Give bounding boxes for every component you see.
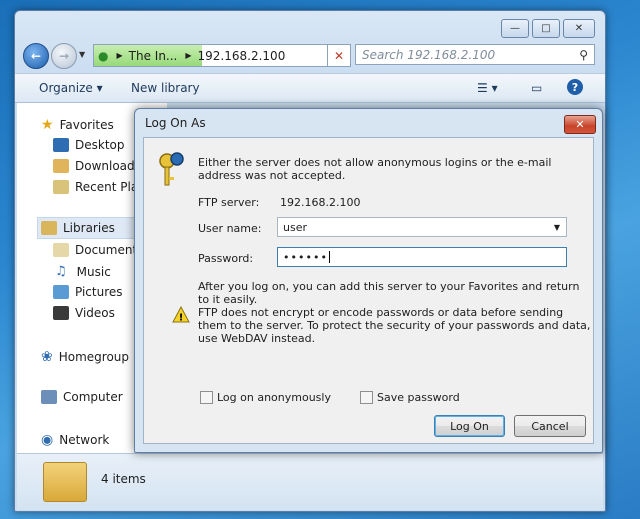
- music-icon: ♫: [55, 264, 67, 279]
- warning-icon: !: [172, 305, 190, 324]
- nav-downloads[interactable]: Downloads: [53, 159, 141, 173]
- back-button[interactable]: ←: [23, 43, 49, 69]
- desktop-icon: [53, 138, 69, 152]
- details-pane: 4 items: [17, 453, 603, 510]
- password-label: Password:: [198, 252, 254, 265]
- libraries-icon: [41, 221, 57, 235]
- folder-icon: [43, 462, 87, 502]
- warning-text: FTP does not encrypt or encode passwords…: [198, 306, 591, 345]
- preview-pane-icon[interactable]: ▭: [531, 81, 542, 95]
- nav-documents[interactable]: Documents: [53, 243, 143, 257]
- anonymous-checkbox[interactable]: Log on anonymously: [200, 391, 331, 404]
- new-library-button[interactable]: New library: [131, 81, 200, 95]
- nav-music[interactable]: ♫ Music: [53, 264, 111, 279]
- username-dropdown-icon[interactable]: ▼: [554, 223, 560, 232]
- ftp-server-label: FTP server:: [198, 196, 260, 209]
- help-icon[interactable]: ?: [567, 79, 583, 95]
- search-icon: ⚲: [579, 47, 588, 62]
- logon-dialog: Log On As ✕ Either the server does not a…: [134, 108, 603, 453]
- item-count: 4 items: [101, 472, 146, 486]
- svg-text:!: !: [179, 313, 184, 324]
- breadcrumb-internet[interactable]: The In...: [129, 49, 178, 63]
- address-bar[interactable]: ● ▶ The In... ▶ 192.168.2.100 ▼: [93, 44, 351, 67]
- dialog-title: Log On As: [145, 116, 206, 130]
- command-bar: Organize ▾ New library ☰ ▾ ▭ ?: [15, 73, 605, 103]
- view-options-icon[interactable]: ☰ ▾: [477, 81, 498, 95]
- nav-desktop[interactable]: Desktop: [53, 138, 125, 152]
- stop-button[interactable]: ✕: [327, 44, 351, 67]
- documents-icon: [53, 243, 69, 257]
- nav-videos[interactable]: Videos: [53, 306, 115, 320]
- breadcrumb-separator-icon: ▶: [185, 51, 192, 60]
- nav-libraries[interactable]: Libraries: [41, 221, 115, 235]
- star-icon: ★: [41, 117, 54, 133]
- computer-icon: [41, 390, 57, 404]
- nav-computer[interactable]: Computer: [41, 390, 123, 404]
- log-on-button[interactable]: Log On: [434, 415, 505, 437]
- nav-network[interactable]: ◉ Network: [41, 432, 109, 448]
- error-message: Either the server does not allow anonymo…: [198, 156, 552, 182]
- organize-menu[interactable]: Organize ▾: [39, 81, 103, 95]
- nav-pictures[interactable]: Pictures: [53, 285, 123, 299]
- key-icon: [158, 152, 186, 188]
- history-dropdown-icon[interactable]: ▼: [79, 50, 85, 59]
- minimize-button[interactable]: —: [501, 19, 529, 38]
- navigation-bar: ← → ▼ ● ▶ The In... ▶ 192.168.2.100 ▼ ✕ …: [15, 41, 605, 71]
- close-window-button[interactable]: ✕: [563, 19, 595, 38]
- nav-recent-places[interactable]: Recent Plac: [53, 180, 145, 194]
- network-icon: ◉: [41, 432, 54, 448]
- dialog-close-button[interactable]: ✕: [564, 115, 596, 134]
- nav-homegroup[interactable]: ❀ Homegroup: [41, 349, 129, 365]
- maximize-button[interactable]: □: [532, 19, 560, 38]
- dialog-body: Either the server does not allow anonymo…: [143, 137, 594, 444]
- ftp-server-value: 192.168.2.100: [280, 196, 361, 209]
- info-text: After you log on, you can add this serve…: [198, 280, 580, 306]
- forward-button[interactable]: →: [51, 43, 77, 69]
- username-combobox[interactable]: user ▼: [277, 217, 567, 237]
- pictures-icon: [53, 285, 69, 299]
- nav-favorites[interactable]: ★ Favorites: [41, 117, 114, 133]
- search-input[interactable]: Search 192.168.2.100 ⚲: [355, 44, 595, 65]
- recent-places-icon: [53, 180, 69, 194]
- breadcrumb-server[interactable]: 192.168.2.100: [198, 49, 286, 63]
- password-field[interactable]: ••••••: [277, 247, 567, 267]
- downloads-icon: [53, 159, 69, 173]
- homegroup-icon: ❀: [41, 349, 53, 365]
- network-location-icon: ●: [98, 48, 109, 63]
- cancel-button[interactable]: Cancel: [514, 415, 586, 437]
- save-password-checkbox[interactable]: Save password: [360, 391, 460, 404]
- videos-icon: [53, 306, 69, 320]
- username-label: User name:: [198, 222, 262, 235]
- breadcrumb-separator-icon: ▶: [116, 51, 123, 60]
